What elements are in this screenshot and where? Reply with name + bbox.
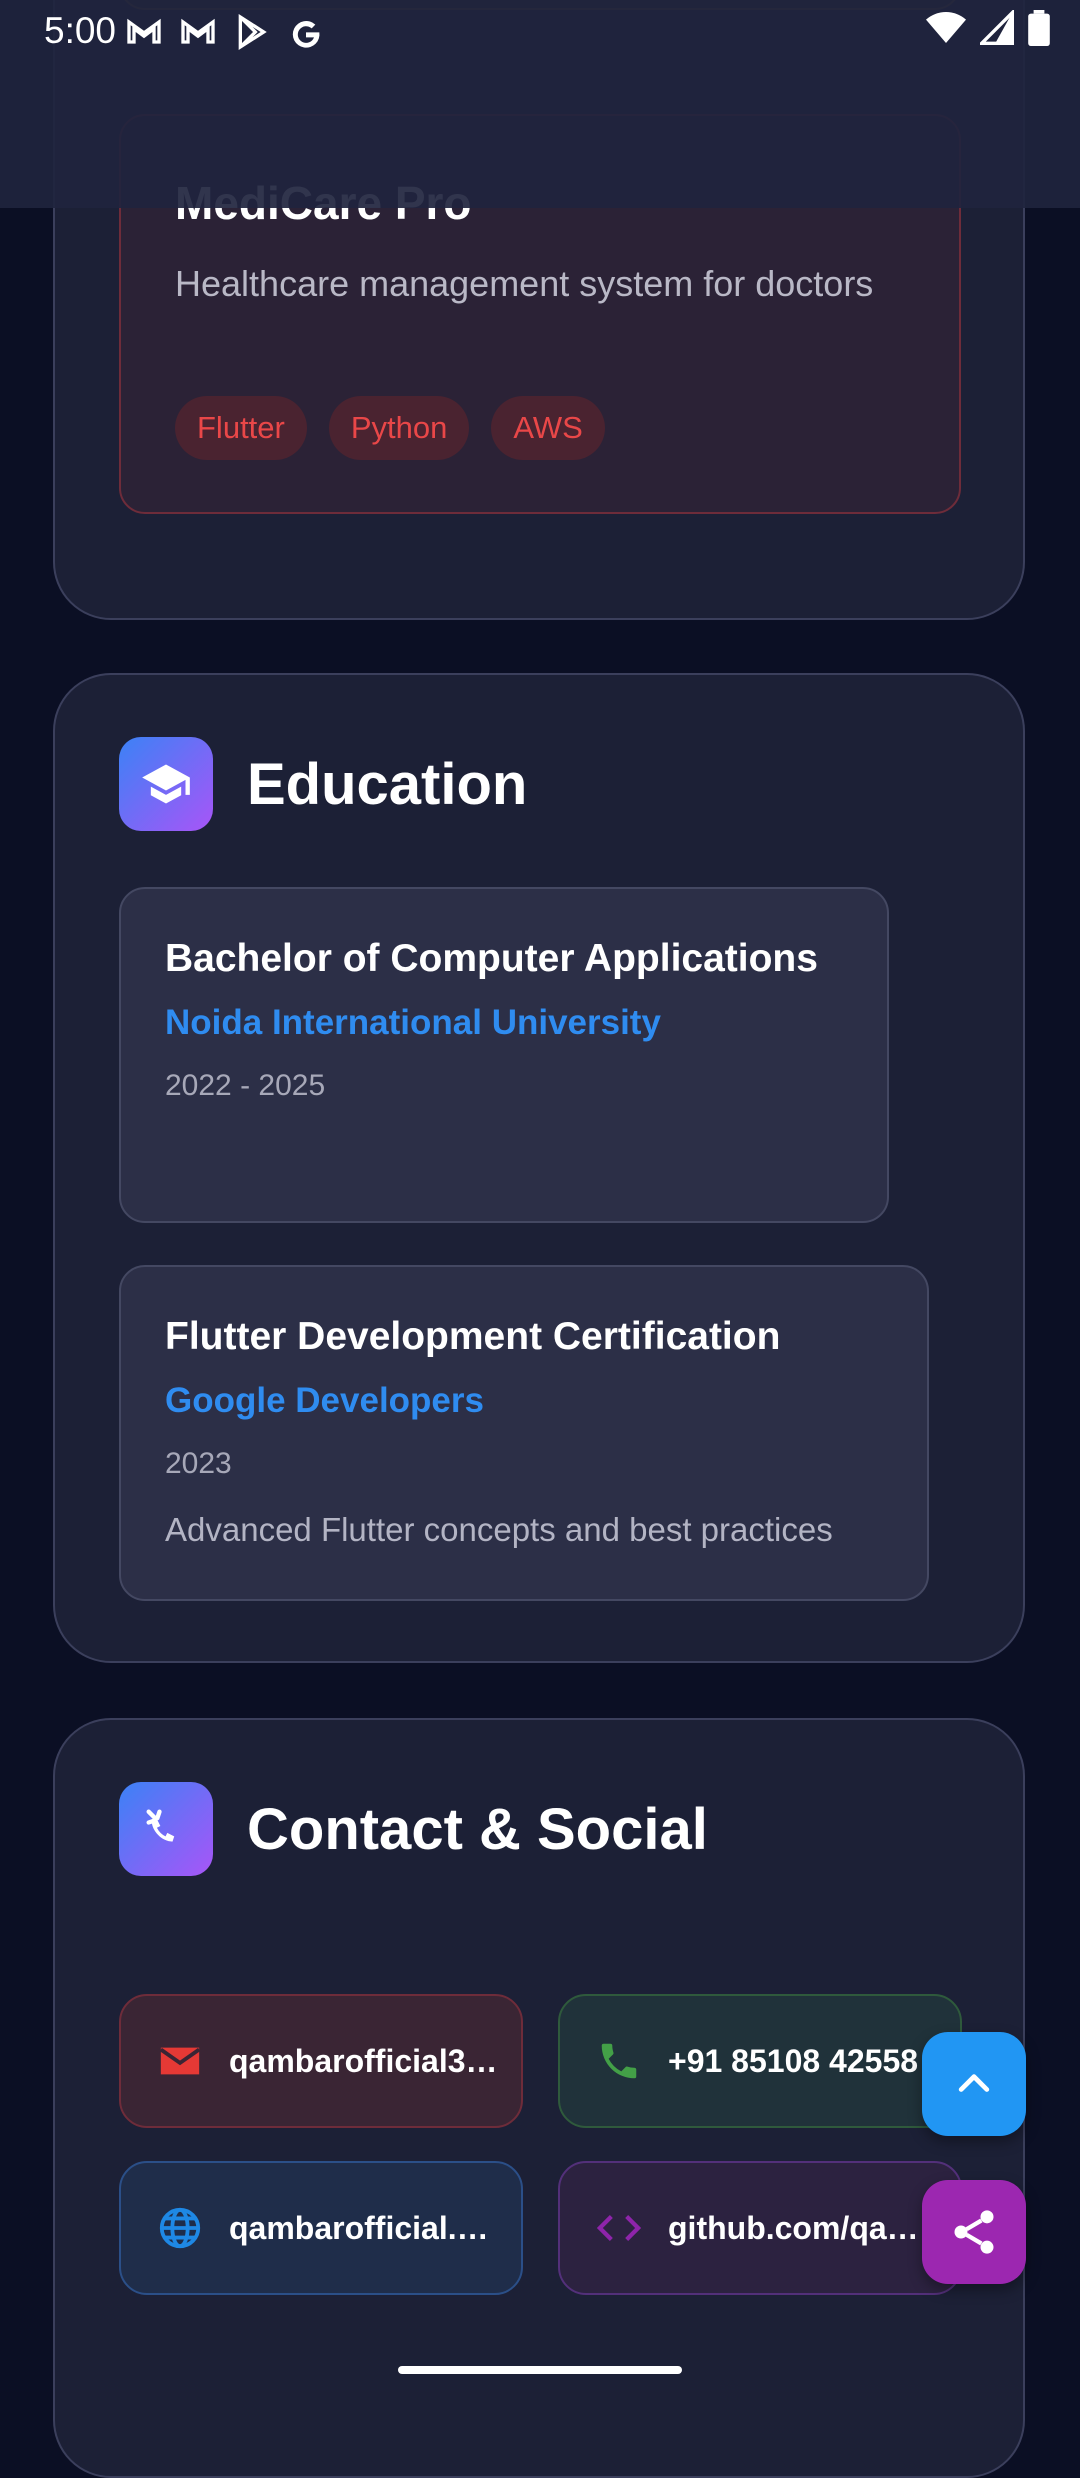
share-icon: [954, 2210, 994, 2254]
education-title: Flutter Development Certification: [165, 1315, 781, 1358]
signal-icon: [980, 10, 1014, 45]
education-org: Noida International University: [165, 1003, 661, 1042]
github-link[interactable]: github.com/qa…: [558, 2161, 962, 2295]
section-title: Contact & Social: [247, 1796, 708, 1862]
system-icons: [926, 10, 1050, 46]
email-link[interactable]: qambarofficial3…: [119, 1994, 523, 2128]
gmail-icon: [127, 18, 161, 44]
notification-icons: [124, 12, 326, 52]
status-time: 5:00: [44, 10, 117, 51]
tag-chip: Python: [328, 396, 470, 460]
scroll-to-top-button[interactable]: [922, 2032, 1026, 2136]
wifi-icon: [926, 12, 966, 43]
education-card: Education Bachelor of Computer Applicati…: [53, 673, 1025, 1663]
education-years: 2023: [165, 1447, 232, 1480]
education-item[interactable]: Flutter Development Certification Google…: [119, 1265, 929, 1601]
education-years: 2022 - 2025: [165, 1069, 326, 1102]
phone-link[interactable]: +91 85108 42558: [558, 1994, 962, 2128]
home-indicator[interactable]: [398, 2366, 682, 2374]
contact-card: Contact & Social qambarofficial3… +91 85…: [53, 1718, 1025, 2478]
battery-icon: [1028, 10, 1050, 46]
education-description: Advanced Flutter concepts and best pract…: [165, 1511, 833, 1548]
education-title: Bachelor of Computer Applications: [165, 937, 818, 980]
website-text: qambarofficial.…: [229, 2209, 489, 2246]
website-link[interactable]: qambarofficial.…: [119, 2161, 523, 2295]
status-bar: 5:00: [0, 0, 1080, 208]
section-title: Education: [247, 751, 528, 817]
play-store-icon: [238, 13, 267, 51]
share-button[interactable]: [922, 2180, 1026, 2284]
section-header: Education: [119, 737, 527, 831]
section-header: Contact & Social: [119, 1782, 708, 1876]
project-description: Healthcare management system for doctors: [175, 263, 874, 304]
education-org: Google Developers: [165, 1381, 484, 1420]
connect-icon: [119, 1782, 213, 1876]
tag-list: Flutter Python AWS: [175, 396, 605, 460]
github-text: github.com/qa…: [668, 2209, 919, 2246]
phone-text: +91 85108 42558: [668, 2042, 919, 2079]
tag-chip: Flutter: [175, 396, 307, 460]
tag-chip: AWS: [491, 396, 605, 460]
gmail-icon: [181, 18, 215, 44]
phone-icon: [601, 2043, 637, 2079]
graduation-cap-icon: [119, 737, 213, 831]
google-icon: [292, 21, 320, 48]
education-item[interactable]: Bachelor of Computer Applications Noida …: [119, 887, 889, 1223]
globe-icon: [159, 2207, 201, 2249]
email-icon: [159, 2047, 201, 2075]
chevron-up-icon: [958, 2074, 990, 2092]
email-text: qambarofficial3…: [229, 2042, 498, 2079]
code-icon: [596, 2215, 642, 2241]
